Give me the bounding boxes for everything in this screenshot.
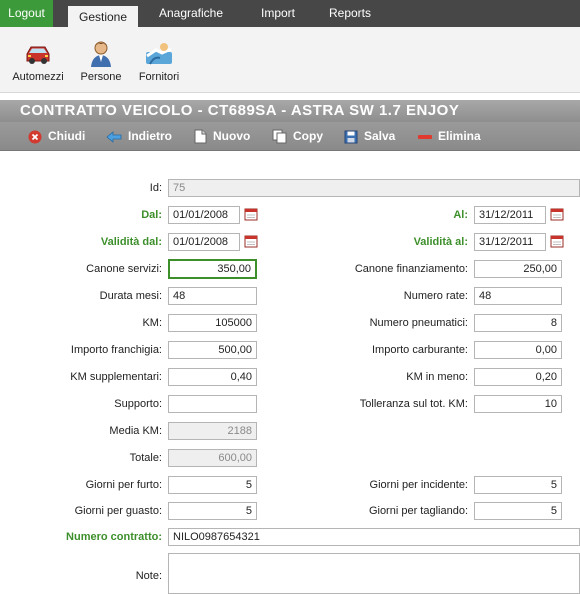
canone-servizi-label: Canone servizi:	[86, 263, 162, 275]
durata-mesi-input[interactable]: 48	[168, 287, 257, 305]
dal-label: Dal:	[141, 209, 162, 221]
canone-finanziamento-label: Canone finanziamento:	[354, 263, 468, 275]
automezzi-label: Automezzi	[12, 71, 64, 83]
totale-label: Totale:	[129, 452, 162, 464]
copy-icon	[272, 129, 287, 144]
salva-label: Salva	[364, 129, 396, 143]
tolleranza-input[interactable]: 10	[474, 395, 562, 413]
fornitori-label: Fornitori	[138, 71, 180, 83]
persone-label: Persone	[80, 71, 122, 83]
note-textarea[interactable]	[168, 553, 580, 594]
km-in-meno-input[interactable]: 0,20	[474, 368, 562, 386]
tab-gestione[interactable]: Gestione	[68, 6, 138, 27]
validita-dal-date-input[interactable]: 01/01/2008	[168, 233, 240, 251]
importo-carburante-input[interactable]: 0,00	[474, 341, 562, 359]
km-in-meno-label: KM in meno:	[406, 371, 468, 383]
giorni-tagliando-input[interactable]: 5	[474, 502, 562, 520]
person-icon	[91, 41, 111, 67]
media-km-field: 2188	[168, 422, 257, 440]
numero-pneumatici-label: Numero pneumatici:	[369, 317, 468, 329]
supporto-input[interactable]	[168, 395, 257, 413]
importo-carburante-label: Importo carburante:	[372, 344, 468, 356]
km-supplementari-input[interactable]: 0,40	[168, 368, 257, 386]
numero-pneumatici-input[interactable]: 8	[474, 314, 562, 332]
id-field: 75	[168, 179, 580, 197]
giorni-guasto-label: Giorni per guasto:	[74, 505, 162, 517]
tolleranza-label: Tolleranza sul tot. KM:	[359, 398, 468, 410]
salva-button[interactable]: Salva	[344, 122, 395, 150]
validita-al-label: Validità al:	[413, 236, 468, 248]
supporto-label: Supporto:	[114, 398, 162, 410]
totale-field: 600,00	[168, 449, 257, 467]
elimina-button[interactable]: Elimina	[418, 122, 481, 150]
persone-button[interactable]: Persone	[76, 40, 126, 83]
nuovo-label: Nuovo	[213, 129, 251, 143]
car-icon	[26, 46, 50, 64]
dal-date-input[interactable]: 01/01/2008	[168, 206, 240, 224]
indietro-label: Indietro	[128, 129, 172, 143]
giorni-guasto-input[interactable]: 5	[168, 502, 257, 520]
calendar-icon[interactable]	[244, 234, 258, 248]
calendar-icon[interactable]	[550, 234, 564, 248]
indietro-button[interactable]: Indietro	[106, 122, 172, 150]
calendar-icon[interactable]	[550, 207, 564, 221]
giorni-furto-input[interactable]: 5	[168, 476, 257, 494]
importo-franchigia-label: Importo franchigia:	[70, 344, 162, 356]
km-input[interactable]: 105000	[168, 314, 257, 332]
note-label: Note:	[135, 570, 162, 582]
elimina-label: Elimina	[438, 129, 481, 143]
numero-contratto-input[interactable]: NILO0987654321	[168, 528, 580, 546]
chiudi-label: Chiudi	[48, 129, 86, 143]
giorni-furto-label: Giorni per furto:	[85, 479, 162, 491]
al-date-input[interactable]: 31/12/2011	[474, 206, 546, 224]
durata-mesi-label: Durata mesi:	[99, 290, 162, 302]
canone-servizi-input[interactable]: 350,00	[168, 259, 257, 279]
km-label: KM:	[142, 317, 162, 329]
tab-import[interactable]: Import	[246, 0, 310, 27]
ribbon: Automezzi Persone Fornitori	[0, 27, 580, 93]
top-nav: Logout Gestione Anagrafiche Import Repor…	[0, 0, 580, 27]
giorni-incidente-label: Giorni per incidente:	[369, 479, 468, 491]
canone-finanziamento-input[interactable]: 250,00	[474, 260, 562, 278]
importo-franchigia-input[interactable]: 500,00	[168, 341, 257, 359]
page-title: CONTRATTO VEICOLO - CT689SA - ASTRA SW 1…	[0, 100, 580, 122]
al-label: Al:	[453, 209, 468, 221]
copy-label: Copy	[293, 129, 323, 143]
giorni-incidente-input[interactable]: 5	[474, 476, 562, 494]
numero-rate-input[interactable]: 48	[474, 287, 562, 305]
calendar-icon[interactable]	[244, 207, 258, 221]
close-icon	[28, 130, 42, 144]
numero-contratto-label: Numero contratto:	[66, 531, 162, 543]
delete-icon	[418, 134, 432, 139]
id-label: Id:	[149, 182, 162, 194]
numero-rate-label: Numero rate:	[403, 290, 468, 302]
action-toolbar: Chiudi Indietro Nuovo Copy Salva Elimina	[0, 122, 580, 151]
back-arrow-icon	[106, 130, 122, 143]
handshake-icon	[146, 43, 172, 65]
automezzi-button[interactable]: Automezzi	[8, 40, 68, 83]
giorni-tagliando-label: Giorni per tagliando:	[368, 505, 468, 517]
new-document-icon	[194, 129, 207, 144]
chiudi-button[interactable]: Chiudi	[28, 122, 85, 150]
save-icon	[344, 130, 358, 144]
fornitori-button[interactable]: Fornitori	[134, 40, 184, 83]
logout-button[interactable]: Logout	[0, 0, 53, 27]
copy-button[interactable]: Copy	[272, 122, 323, 150]
tab-anagrafiche[interactable]: Anagrafiche	[148, 0, 234, 27]
nuovo-button[interactable]: Nuovo	[194, 122, 250, 150]
validita-al-date-input[interactable]: 31/12/2011	[474, 233, 546, 251]
media-km-label: Media KM:	[109, 425, 162, 437]
tab-reports[interactable]: Reports	[318, 0, 382, 27]
validita-dal-label: Validità dal:	[100, 236, 162, 248]
km-supplementari-label: KM supplementari:	[70, 371, 162, 383]
